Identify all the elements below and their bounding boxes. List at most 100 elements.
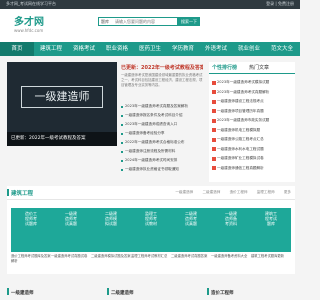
ranking-item[interactable]: 2023年一级建造师考试真题解析 — [212, 88, 292, 98]
subtab-link[interactable]: 造价工程师 — [230, 190, 248, 194]
thumbnail-text: 一级建造师考试真题 — [65, 211, 77, 226]
card-title: 建筑工程考试题库更新 — [251, 254, 284, 258]
hero-caption: 已更新：2022年一级考试教程及答案 — [7, 132, 117, 146]
ranking-item-label: 一级建造师机电工程模拟题 — [217, 127, 261, 132]
rank-number-badge — [212, 137, 216, 142]
main-nav: 首页 建筑工程 资格考试 职业资格 医药卫生 学历教育 外语考试 就业创业 范文… — [0, 42, 300, 56]
news-headline[interactable]: 已更新：2022年一级考试教程及答案 — [121, 64, 203, 71]
card-list: 造价工程师考试题库 造价工程师考试题库及答案解析 一级建造师考试真题 一级建造师… — [11, 208, 291, 270]
subtab-link[interactable]: 监理工程师 — [257, 190, 275, 194]
section-title[interactable]: 建筑工程 — [6, 189, 33, 197]
card-thumbnail: 造价工程师考试题库 — [11, 208, 51, 252]
section-marker — [207, 288, 209, 295]
ranking-item-label: 一级建造师公路工程考点汇总 — [217, 137, 264, 141]
rank-number-badge — [212, 118, 216, 123]
card-thumbnail: 一级建造师备考资料 — [211, 208, 251, 252]
rank-number-badge — [212, 109, 216, 113]
thumbnail-text: 建筑工程考试题库 — [265, 211, 277, 226]
site-logo[interactable]: 多才网 www.hfdc.com — [14, 13, 74, 39]
rank-number-badge — [212, 80, 216, 85]
course-card[interactable]: 造价工程师考试题库 造价工程师考试题库及答案解析 — [11, 208, 51, 270]
ranking-tabs: 个性排行榜 热门文章 — [209, 62, 295, 74]
rank-number-badge — [212, 99, 216, 104]
ranking-item[interactable]: 2023年一级建造师市政实务试题 — [212, 116, 292, 126]
course-card[interactable]: 一级建造师考试真题 一级建造师考试真题试卷 — [51, 208, 91, 270]
card-thumbnail: 二级建造师考试真题 — [171, 208, 211, 252]
nav-item-medical[interactable]: 医药卫生 — [133, 42, 167, 56]
ranking-item[interactable]: 一级建造师项目管理历年真题 — [212, 107, 292, 117]
bottom-sections: 一级建造师 二级建造师 造价工程师 — [7, 284, 295, 300]
ranking-list: 2023年一级建造师考试模拟试题 2023年一级建造师考试真题解析 一级建造师建… — [212, 78, 292, 173]
search-input[interactable] — [99, 18, 177, 25]
ranking-item-label: 一级建造师矿业工程模拟试卷 — [217, 156, 264, 160]
ranking-item-label: 一级建造师建设工程法规考点 — [217, 99, 264, 103]
hero-caption-text: 已更新：2022年一级考试教程及答案 — [11, 136, 86, 141]
news-item[interactable]: 一级建造师执业资格证书领取通知 — [121, 165, 203, 174]
course-card[interactable]: 建筑工程考试题库 建筑工程考试题库更新 — [251, 208, 291, 270]
bottom-section-title[interactable]: 二级建造师 — [111, 290, 134, 296]
ranking-item[interactable]: 一级建造师建设工程法规考点 — [212, 97, 292, 107]
ranking-item[interactable]: 2023年一级建造师考试模拟试题 — [212, 78, 292, 88]
thumbnail-text: 二级建造师模拟试题 — [105, 211, 117, 226]
card-thumbnail: 建筑工程考试题库 — [251, 208, 291, 252]
thumbnail-text: 二级建造师考试真题 — [185, 211, 197, 226]
nav-item-education[interactable]: 学历教育 — [166, 42, 200, 56]
news-item[interactable]: 一级建造师备考经验分享 — [121, 129, 203, 138]
logo-name: 多才网 — [14, 17, 44, 28]
card-title: 监理工程师考试教材汇总 — [131, 254, 168, 258]
nav-item-vocational[interactable]: 职业资格 — [100, 42, 134, 56]
course-card[interactable]: 二级建造师模拟试题 二级建造师模拟试题及答案 — [91, 208, 131, 270]
nav-item-essays[interactable]: 范文大全 — [265, 42, 299, 56]
top-bar: 多才网_考试网在线学习平台 登录 | 免费注册 — [0, 0, 300, 9]
news-block: 已更新：2022年一级考试教程及答案 一级建造师考试是我国建设领域最重要的执业资… — [121, 62, 203, 182]
thumbnail-text: 一级建造师备考资料 — [225, 211, 237, 226]
ranking-item[interactable]: 一级建造师公路工程考点汇总 — [212, 135, 292, 145]
card-thumbnail: 监理工程师考试教材 — [131, 208, 171, 252]
rank-number-badge — [212, 128, 216, 132]
rank-number-badge — [212, 156, 216, 161]
login-register-links[interactable]: 登录 | 免费注册 — [266, 1, 294, 7]
bottom-section-title[interactable]: 造价工程师 — [211, 290, 234, 296]
card-title: 造价工程师考试题库及答案解析 — [11, 254, 51, 263]
ranking-item[interactable]: 一级建造师水利水电工程试题 — [212, 145, 292, 155]
news-item[interactable]: 一级建造师报名条件及考试科目介绍 — [121, 111, 203, 120]
nav-item-home[interactable]: 首页 — [0, 42, 34, 56]
nav-item-employment[interactable]: 就业创业 — [232, 42, 266, 56]
tab-ranking[interactable]: 个性排行榜 — [212, 64, 237, 71]
nav-item-construction[interactable]: 建筑工程 — [34, 42, 68, 56]
subtab-link[interactable]: 一级建造师 — [175, 190, 193, 194]
hero-banner[interactable]: 一级建造师 已更新：2022年一级考试教程及答案 — [7, 62, 117, 146]
hero-banner-title: 一级建造师 — [21, 86, 103, 108]
ranking-item[interactable]: 一级建造师机电工程模拟题 — [212, 126, 292, 136]
subtab-link[interactable]: 二级建造师 — [202, 190, 220, 194]
ranking-panel: 个性排行榜 热门文章 2023年一级建造师考试模拟试题 2023年一级建造师考试… — [209, 62, 295, 182]
more-link[interactable]: 更多 — [284, 190, 291, 194]
course-card[interactable]: 一级建造师备考资料 一级建造师备考资料大全 — [211, 208, 251, 270]
bottom-section-title[interactable]: 一级建造师 — [11, 290, 34, 296]
news-item[interactable]: 2023年一级建造师成绩查询入口 — [121, 120, 203, 129]
nav-item-qualification[interactable]: 资格考试 — [67, 42, 101, 56]
card-thumbnail: 二级建造师模拟试题 — [91, 208, 131, 252]
welcome-text: 多才网_考试网在线学习平台 — [6, 1, 56, 6]
ranking-item[interactable]: 一级建造师矿业工程模拟试卷 — [212, 154, 292, 164]
section-header: 建筑工程 一级建造师 二级建造师 造价工程师 监理工程师 更多 — [6, 186, 295, 200]
construction-section: 建筑工程 一级建造师 二级建造师 造价工程师 监理工程师 更多 造价工程师考试题… — [6, 186, 295, 274]
news-summary: 一级建造师考试是我国建设领域最重要的执业资格考试之一，考试科目包括建设工程经济、… — [121, 73, 203, 87]
ranking-item-label: 2023年一级建造师考试真题解析 — [217, 89, 270, 94]
thumbnail-text: 监理工程师考试教材 — [145, 211, 157, 226]
ranking-item-label: 2023年一级建造师市政实务试题 — [217, 118, 270, 122]
news-item[interactable]: 2023年一级建造师考试真题及答案解析 — [121, 102, 203, 111]
ranking-item-label: 2023年一级建造师考试模拟试题 — [217, 80, 270, 84]
tab-hot-articles[interactable]: 热门文章 — [249, 64, 269, 71]
news-item[interactable]: 一级建造师注册流程及所需材料 — [121, 147, 203, 156]
search-button[interactable]: 搜索一下 — [178, 17, 200, 26]
course-card[interactable]: 监理工程师考试教材 监理工程师考试教材汇总 — [131, 208, 171, 270]
course-card[interactable]: 二级建造师考试真题 二级建造师考试真题答案 — [171, 208, 211, 270]
ranking-item[interactable]: 一级建造师通信工程真题解析 — [212, 164, 292, 174]
news-item[interactable]: 2024年一级建造师考试时间安排 — [121, 156, 203, 165]
rank-number-badge — [212, 166, 216, 170]
nav-item-foreign-language[interactable]: 外语考试 — [199, 42, 233, 56]
news-item[interactable]: 2022年一级建造师考试合格标准公布 — [121, 138, 203, 147]
ranking-item-label: 一级建造师项目管理历年真题 — [217, 108, 264, 113]
rank-number-badge — [212, 147, 216, 151]
